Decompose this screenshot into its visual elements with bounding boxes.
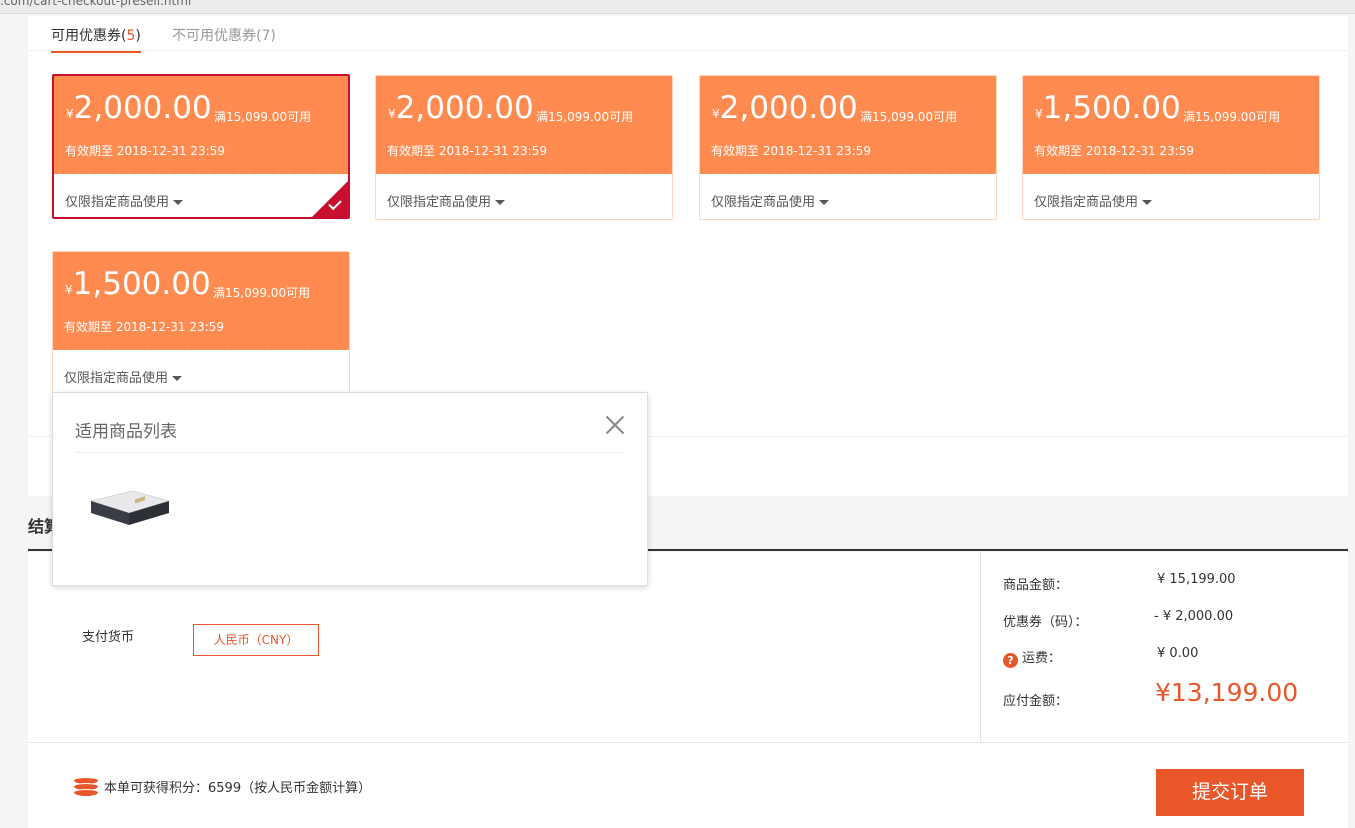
shipping-value: ¥ 0.00 — [1157, 646, 1199, 661]
coupon-expiry: 有效期至 2018-12-31 23:59 — [64, 320, 224, 334]
goods-amount-value: ¥ 15,199.00 — [1157, 572, 1236, 587]
coins-icon — [74, 777, 98, 797]
help-icon[interactable]: ? — [1003, 653, 1018, 668]
coupon-value: 2,000.00 — [719, 90, 858, 126]
coupon-condition: 满15,099.00可用 — [214, 110, 312, 124]
coupon-scallop-edge — [1023, 170, 1319, 178]
coupon-card[interactable]: ¥1,500.00 满15,099.00可用有效期至 2018-12-31 23:… — [52, 251, 350, 396]
currency-label: 支付货币 — [82, 630, 135, 645]
coupon-card[interactable]: ¥2,000.00 满15,099.00可用有效期至 2018-12-31 23:… — [375, 75, 673, 220]
coupon-currency: ¥ — [65, 283, 73, 297]
caret-down-icon — [173, 200, 184, 205]
coupon-scallop-edge — [700, 170, 996, 178]
payable-value: ¥13,199.00 — [1155, 678, 1299, 707]
coupon-scallop-edge — [54, 170, 348, 178]
coupon-currency: ¥ — [388, 107, 396, 121]
coupon-condition: 满15,099.00可用 — [536, 110, 634, 124]
coupon-expiry: 有效期至 2018-12-31 23:59 — [1034, 144, 1194, 158]
tab-available-count: 5 — [126, 28, 136, 44]
coupon-amount: ¥2,000.00 — [712, 90, 858, 126]
coupon-amount: ¥2,000.00 — [388, 90, 534, 126]
coupon-scope-label: 仅限指定商品使用 — [1034, 195, 1139, 210]
coupon-scope-toggle[interactable]: 仅限指定商品使用 — [387, 191, 506, 210]
coupon-scope-label: 仅限指定商品使用 — [64, 371, 169, 386]
browser-bar: .com/cart-checkout-presell.html — [0, 0, 1355, 14]
coupon-condition: 满15,099.00可用 — [860, 110, 958, 124]
tab-available-label: 可用优惠券 — [51, 28, 121, 44]
coupon-card[interactable]: ¥1,500.00 满15,099.00可用有效期至 2018-12-31 23:… — [1022, 75, 1320, 220]
payable-label: 应付金额： — [1003, 694, 1069, 709]
coupon-expiry: 有效期至 2018-12-31 23:59 — [65, 144, 225, 158]
coupon-value: 2,000.00 — [395, 90, 534, 126]
tab-unavailable-coupons[interactable]: 不可用优惠券(7) — [172, 25, 276, 45]
coupon-scallop-edge — [53, 346, 349, 354]
coupon-scope-toggle[interactable]: 仅限指定商品使用 — [1034, 191, 1153, 210]
coupon-value: 1,500.00 — [72, 266, 211, 302]
mattress-product-image[interactable] — [87, 479, 171, 535]
coupon-amount: ¥1,500.00 — [65, 266, 211, 302]
popup-title: 适用商品列表 — [75, 422, 177, 442]
coupon-currency: ¥ — [1035, 107, 1043, 121]
coupon-value: 1,500.00 — [1042, 90, 1181, 126]
coupon-card[interactable]: ¥2,000.00 满15,099.00可用有效期至 2018-12-31 23:… — [52, 74, 350, 219]
divider-horizontal — [28, 742, 1348, 743]
coupon-card[interactable]: ¥2,000.00 满15,099.00可用有效期至 2018-12-31 23:… — [699, 75, 997, 220]
coupon-scope-toggle[interactable]: 仅限指定商品使用 — [64, 367, 183, 386]
coupon-discount-value: - ¥ 2,000.00 — [1154, 609, 1234, 624]
applicable-products-popup: 适用商品列表 — [52, 392, 648, 586]
caret-down-icon — [819, 200, 830, 205]
selected-check-icon — [312, 181, 348, 217]
currency-option-cny[interactable]: 人民币（CNY） — [193, 624, 319, 656]
submit-order-button[interactable]: 提交订单 — [1156, 769, 1304, 816]
tab-unavailable-count: 7 — [261, 28, 271, 44]
divider-vertical — [980, 552, 981, 742]
coupon-expiry: 有效期至 2018-12-31 23:59 — [387, 144, 547, 158]
coupon-scope-toggle[interactable]: 仅限指定商品使用 — [65, 191, 184, 210]
shipping-row: ? 运费： — [1003, 647, 1061, 668]
close-icon[interactable] — [603, 413, 627, 437]
coupon-scope-label: 仅限指定商品使用 — [387, 195, 492, 210]
coupon-condition: 满15,099.00可用 — [213, 286, 311, 300]
points-info: 本单可获得积分：6599（按人民币金额计算） — [74, 777, 371, 797]
coupon-discount-label: 优惠券（码）： — [1003, 615, 1088, 630]
url-text: .com/cart-checkout-presell.html — [0, 0, 192, 8]
coupon-scope-toggle[interactable]: 仅限指定商品使用 — [711, 191, 830, 210]
tab-unavailable-label: 不可用优惠券 — [172, 28, 256, 44]
coupon-amount: ¥2,000.00 — [66, 90, 212, 126]
caret-down-icon — [172, 376, 183, 381]
goods-amount-label: 商品金额： — [1003, 578, 1069, 593]
coupon-scallop-edge — [376, 170, 672, 178]
points-text: 本单可获得积分：6599（按人民币金额计算） — [104, 781, 372, 796]
shipping-label: 运费： — [1022, 651, 1062, 666]
coupon-currency: ¥ — [712, 107, 720, 121]
coupon-amount: ¥1,500.00 — [1035, 90, 1181, 126]
coupon-expiry: 有效期至 2018-12-31 23:59 — [711, 144, 871, 158]
coupon-tabs: 可用优惠券(5) 不可用优惠券(7) — [28, 16, 1348, 53]
coupon-scope-label: 仅限指定商品使用 — [65, 195, 170, 210]
popup-divider — [75, 452, 625, 453]
coupon-scope-label: 仅限指定商品使用 — [711, 195, 816, 210]
caret-down-icon — [495, 200, 506, 205]
caret-down-icon — [1142, 200, 1153, 205]
tab-available-coupons[interactable]: 可用优惠券(5) — [51, 25, 141, 53]
settlement-panel: 支付货币 人民币（CNY） 商品金额： ¥ 15,199.00 优惠券（码）： … — [28, 552, 1348, 828]
coupon-value: 2,000.00 — [73, 90, 212, 126]
coupon-currency: ¥ — [66, 107, 74, 121]
coupon-condition: 满15,099.00可用 — [1183, 110, 1281, 124]
